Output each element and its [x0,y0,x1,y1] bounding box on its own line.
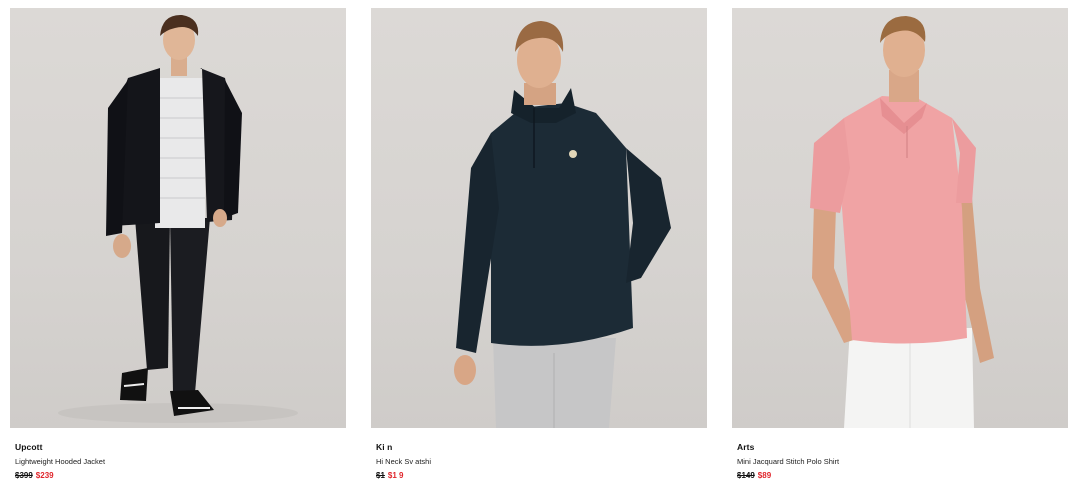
sale-price: $239 [35,471,54,480]
original-price: $149 [737,471,755,480]
product-info: Ki n Hi Neck Sv atshi $1 $1 9 [371,428,707,483]
product-image[interactable] [371,8,707,428]
product-photo-jacket [58,14,298,423]
product-info: Arts Mini Jacquard Stitch Polo Shirt $14… [732,428,1068,483]
product-photo-polo [810,16,994,428]
sale-price: $89 [757,471,772,480]
sale-price: $1 9 [387,471,404,480]
product-info: Upcott Lightweight Hooded Jacket $399 $23… [10,428,346,483]
product-card[interactable]: Upcott Lightweight Hooded Jacket $399 $23… [10,8,346,483]
product-name[interactable]: Upcott [15,441,341,454]
product-description[interactable]: Mini Jacquard Stitch Polo Shirt [737,454,1063,469]
product-grid: Upcott Lightweight Hooded Jacket $399 $23… [0,0,1080,488]
product-price: $149 $89 [737,469,1063,483]
product-name[interactable]: Ki n [376,441,702,454]
product-card[interactable]: Ki n Hi Neck Sv atshi $1 $1 9 [371,8,707,483]
product-description[interactable]: Lightweight Hooded Jacket [15,454,341,469]
product-image[interactable] [732,8,1068,428]
product-name[interactable]: Arts [737,441,1063,454]
original-price: $1 [376,471,385,480]
product-image[interactable] [10,8,346,428]
product-price: $399 $239 [15,469,341,483]
product-photo-sweatshirt [454,21,671,428]
original-price: $399 [15,471,33,480]
product-description[interactable]: Hi Neck Sv atshi [376,454,702,469]
product-price: $1 $1 9 [376,469,702,483]
product-card[interactable]: Arts Mini Jacquard Stitch Polo Shirt $14… [732,8,1068,483]
